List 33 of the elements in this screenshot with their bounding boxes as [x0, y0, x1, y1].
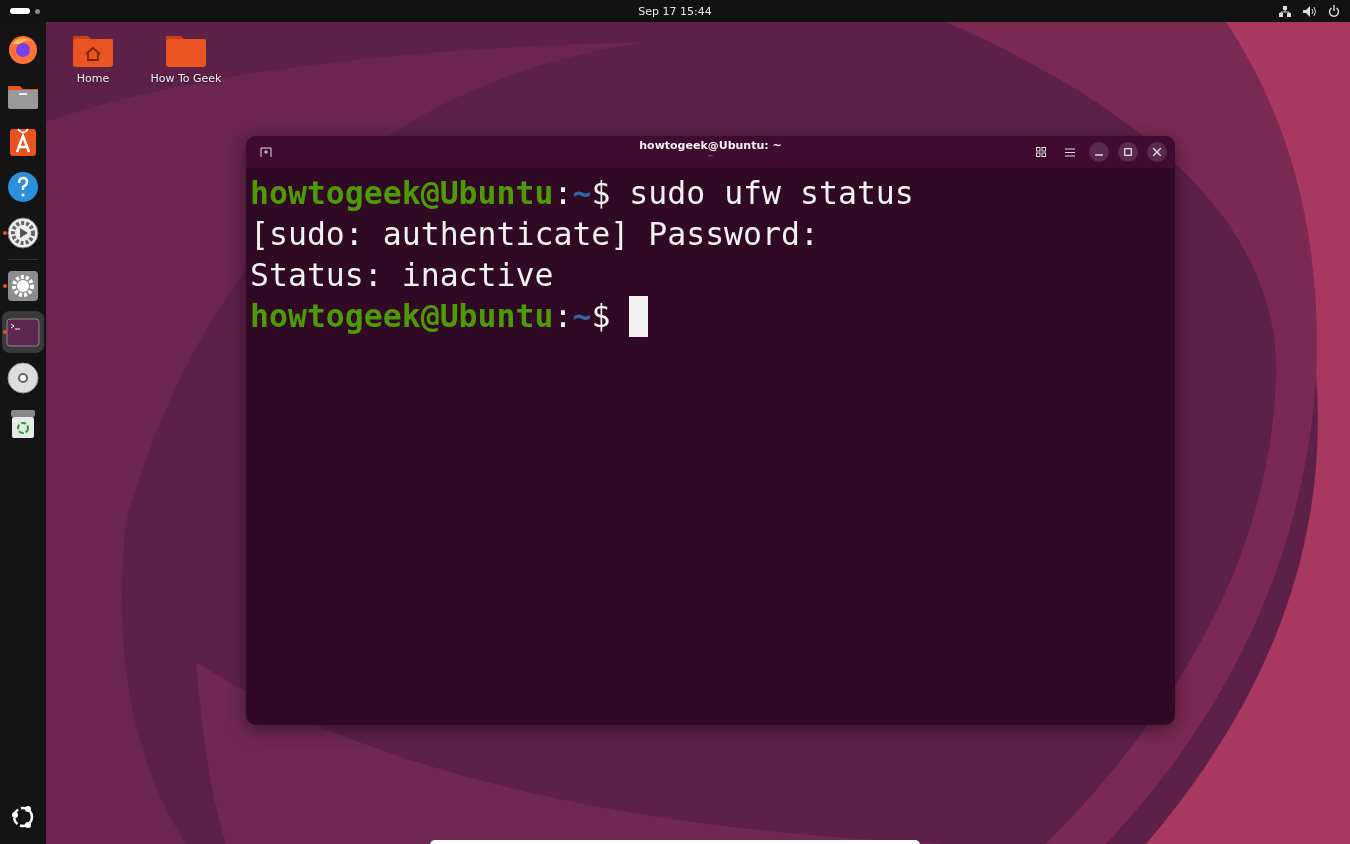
close-button[interactable] [1147, 142, 1167, 162]
network-icon [1279, 5, 1291, 17]
terminal-text: $ [591, 297, 612, 336]
disc-icon [6, 361, 40, 395]
desktop-icon-label[interactable]: How To Geek [150, 72, 222, 85]
prompt-user: howtogeek@Ubuntu [250, 297, 554, 336]
terminal-text: $ sudo ufw status [591, 174, 914, 213]
show-apps-icon[interactable] [10, 804, 36, 830]
terminal-text: [sudo: authenticate] Password: [250, 215, 819, 254]
new-tab-icon [260, 146, 272, 158]
prompt-path: ~ [572, 174, 592, 213]
minimize-button[interactable] [1089, 142, 1109, 162]
desktop-icon-label[interactable]: Home [76, 72, 110, 85]
workspace-indicator[interactable] [10, 8, 30, 14]
maximize-button[interactable] [1118, 142, 1138, 162]
help-icon [6, 170, 40, 204]
workspace-dot [35, 8, 40, 14]
gear-icon [6, 216, 40, 250]
power-icon [1328, 5, 1340, 17]
close-icon [1153, 148, 1161, 156]
volume-icon [1303, 5, 1316, 17]
prompt-user: howtogeek@Ubuntu [250, 174, 554, 213]
maximize-icon [1124, 148, 1132, 156]
terminal-text: Status: inactive [250, 256, 554, 295]
settings-icon [6, 269, 40, 303]
grid-icon [1036, 147, 1046, 157]
clock[interactable]: Sep 17 15:44 [638, 4, 712, 18]
window-title: howtogeek@Ubuntu: ~ [639, 139, 782, 152]
terminal-icon [6, 315, 40, 349]
prompt-path: ~ [572, 297, 592, 336]
terminal-text: : [553, 174, 573, 213]
terminal-text: : [553, 297, 573, 336]
menu-icon [1065, 147, 1075, 157]
